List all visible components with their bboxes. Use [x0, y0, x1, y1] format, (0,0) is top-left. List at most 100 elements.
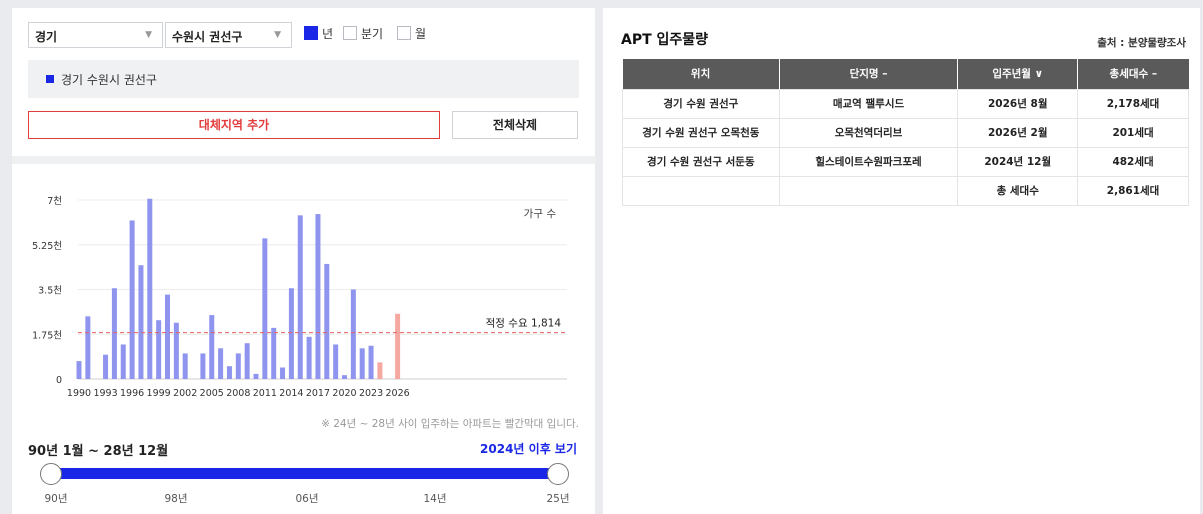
bar: [129, 220, 135, 379]
table-cell: 총 세대수: [957, 175, 1079, 206]
series-label: 가구 수: [524, 208, 557, 220]
bar: [226, 366, 232, 379]
period-month-label: 월: [415, 27, 427, 41]
y-tick-label: 3.5천: [38, 286, 62, 297]
period-year-label: 년: [322, 27, 334, 41]
chevron-down-icon: ▼: [145, 30, 152, 40]
bar: [120, 344, 126, 379]
range-slider-start-handle[interactable]: [40, 463, 62, 485]
period-year-checkbox[interactable]: [304, 26, 318, 40]
bar: [182, 353, 188, 379]
table-header-row: 위치 단지명 – 입주년월 ∨ 총세대수 –: [622, 59, 1189, 89]
column-header-location[interactable]: 위치: [622, 59, 780, 89]
x-tick-label: 2023: [359, 388, 383, 399]
bar: [253, 373, 259, 379]
highlight-bar: [377, 362, 383, 379]
table-cell: [778, 175, 959, 206]
column-header-move-in[interactable]: 입주년월 ∨: [957, 59, 1079, 89]
table-cell: 2026년 2월: [957, 117, 1079, 148]
region-select[interactable]: 경기 ▼: [28, 22, 163, 48]
table-cell: 매교역 팰루시드: [778, 88, 959, 119]
bar: [342, 375, 347, 379]
bar: [147, 198, 153, 379]
table-cell: 경기 수원 권선구 오목천동: [622, 117, 780, 148]
bar: [218, 348, 224, 379]
city-select-value: 수원시 권선구: [172, 30, 243, 44]
bar: [359, 348, 365, 379]
table-row: 경기 수원 권선구 매교역 팰루시드 2026년 8월 2,178세대: [622, 88, 1189, 119]
bar: [244, 343, 250, 379]
table-row: 경기 수원 권선구 서둔동 힐스테이트수원파크포레 2024년 12월 482세…: [622, 146, 1189, 177]
x-tick-label: 1990: [67, 388, 91, 399]
bar: [262, 238, 268, 379]
left-panel: 경기 ▼ 수원시 권선구 ▼ 년 분기 월 경기 수원시 권선구 대체지역 추가…: [12, 8, 595, 514]
bar: [235, 353, 241, 379]
table-cell: 2024년 12월: [957, 146, 1079, 177]
table-cell: 경기 수원 권선구: [622, 88, 780, 119]
bar: [85, 316, 91, 379]
period-quarter-label: 분기: [361, 27, 384, 41]
bar: [297, 215, 303, 379]
x-tick-label: 2011: [253, 388, 277, 399]
right-panel: APT 입주물량 출처 : 분양물량조사 위치 단지명 – 입주년월 ∨ 총세대…: [603, 8, 1200, 514]
x-tick-label: 2014: [279, 388, 303, 399]
bar: [76, 361, 82, 379]
add-region-button[interactable]: 대체지역 추가: [28, 111, 440, 139]
bar: [165, 294, 170, 379]
bar: [324, 263, 330, 379]
y-tick-label: 7천: [47, 196, 62, 207]
bar: [200, 353, 206, 379]
bar: [306, 336, 312, 379]
y-tick-label: 1.75천: [32, 330, 62, 341]
table-cell: 2,861세대: [1077, 175, 1189, 206]
x-tick-label: 1999: [147, 388, 171, 399]
table-row: 경기 수원 권선구 오목천동 오목천역더리브 2026년 2월 201세대: [622, 117, 1189, 148]
y-tick-label: 0: [56, 375, 62, 386]
highlight-bar: [395, 313, 401, 379]
bar: [280, 367, 286, 379]
section-divider: [12, 156, 595, 164]
selected-region-text: 경기 수원시 권선구: [61, 73, 157, 87]
chevron-down-icon: ▼: [274, 30, 281, 40]
x-tick-label: 1993: [93, 388, 117, 399]
selected-region-marker: [46, 75, 54, 83]
slider-tick-label: 14년: [423, 493, 447, 505]
bar: [209, 315, 215, 379]
x-tick-label: 2026: [386, 388, 410, 399]
chart-note: ※ 24년 ~ 28년 사이 입주하는 아파트는 빨간막대 입니다.: [321, 418, 579, 430]
period-quarter-checkbox[interactable]: [343, 26, 357, 40]
x-tick-label: 2008: [226, 388, 250, 399]
column-header-households[interactable]: 총세대수 –: [1077, 59, 1189, 89]
delete-all-button[interactable]: 전체삭제: [452, 111, 578, 139]
selected-region-box: 경기 수원시 권선구: [28, 60, 579, 98]
table-cell: 힐스테이트수원파크포레: [778, 146, 959, 177]
table-cell: 2026년 8월: [957, 88, 1079, 119]
bar: [103, 354, 109, 379]
city-select[interactable]: 수원시 권선구 ▼: [165, 22, 292, 48]
table-total-row: 총 세대수 2,861세대: [622, 175, 1189, 206]
bar: [173, 322, 179, 379]
y-tick-label: 5.25천: [32, 241, 62, 252]
x-tick-label: 2005: [200, 388, 224, 399]
slider-tick-label: 98년: [164, 493, 188, 505]
bar: [315, 214, 321, 379]
table-cell: 482세대: [1077, 146, 1189, 177]
range-slider-end-handle[interactable]: [547, 463, 569, 485]
period-month-checkbox[interactable]: [397, 26, 411, 40]
bar: [368, 345, 374, 379]
after-2024-link[interactable]: 2024년 이후 보기: [480, 440, 577, 457]
bar: [138, 265, 144, 379]
table-cell: [622, 175, 780, 206]
slider-tick-label: 06년: [295, 493, 319, 505]
range-slider-track[interactable]: [52, 468, 558, 479]
apt-supply-table: 위치 단지명 – 입주년월 ∨ 총세대수 – 경기 수원 권선구 매교역 팰루시…: [622, 59, 1189, 206]
table-cell: 오목천역더리브: [778, 117, 959, 148]
supply-bar-chart: 01.75천3.5천5.25천7천1990 1993 1996 1999 2002 200…: [32, 196, 567, 399]
table-cell: 경기 수원 권선구 서둔동: [622, 146, 780, 177]
table-cell: 201세대: [1077, 117, 1189, 148]
bar: [111, 288, 117, 379]
slider-tick-label: 25년: [546, 493, 570, 505]
table-cell: 2,178세대: [1077, 88, 1189, 119]
range-label: 90년 1월 ~ 28년 12월: [28, 444, 169, 459]
column-header-complex[interactable]: 단지명 –: [779, 59, 959, 89]
